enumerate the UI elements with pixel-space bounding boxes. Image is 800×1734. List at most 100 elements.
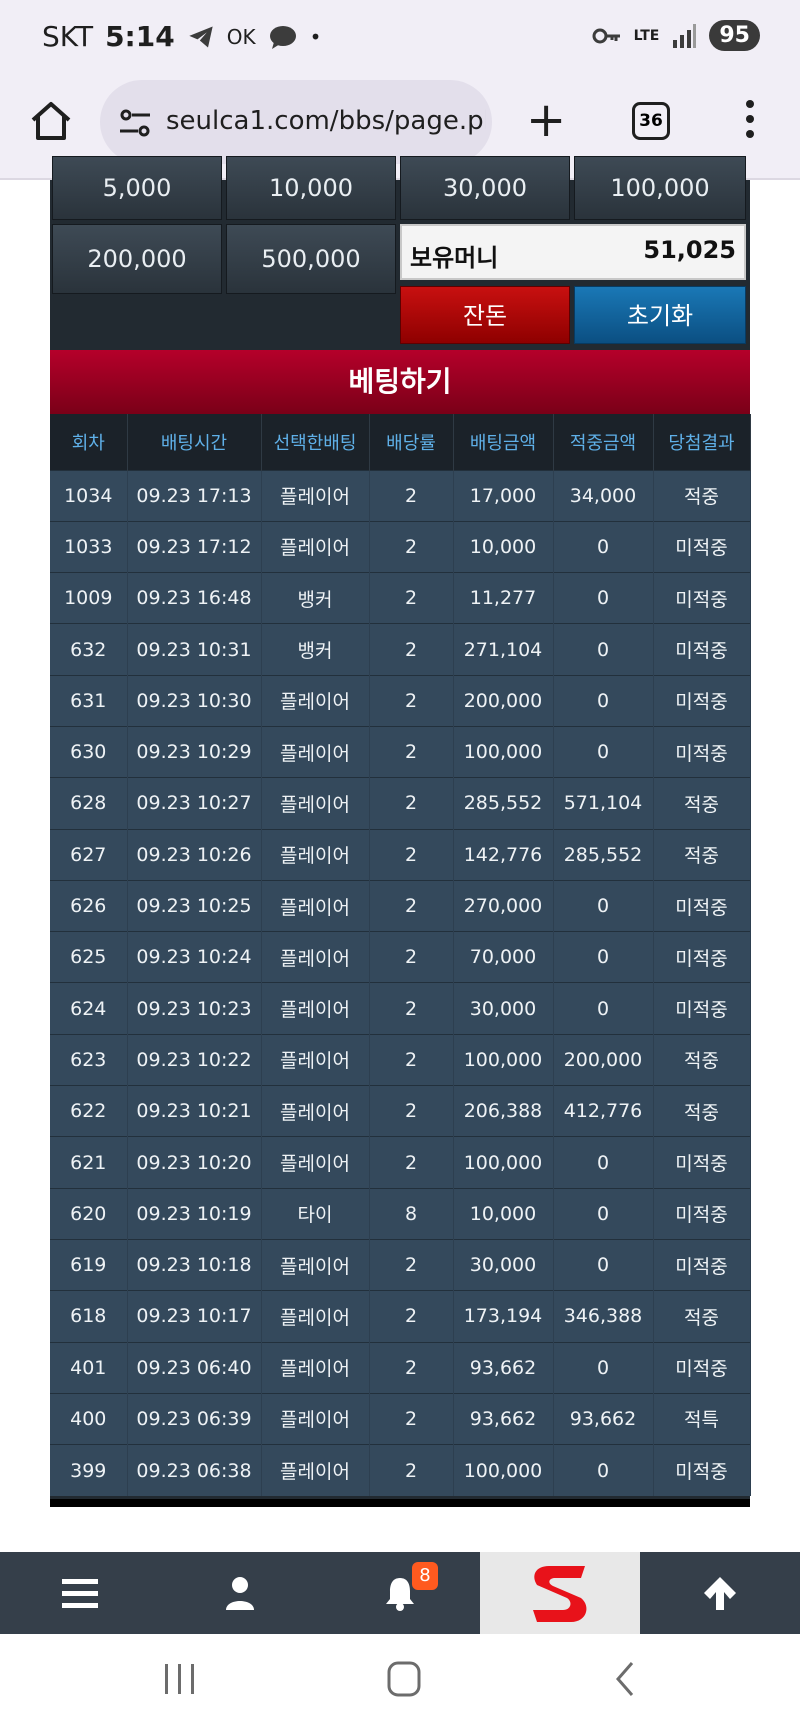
table-row: 622 09.23 10:21 플레이어 2 206,388 412,776 적중 bbox=[50, 1085, 751, 1137]
cell-win-amount: 0 bbox=[553, 674, 654, 727]
cell-bet-amount: 70,000 bbox=[453, 931, 554, 983]
table-header-row: 회차 배팅시간 선택한배팅 배당률 배팅금액 적중금액 당첨결과 bbox=[50, 414, 751, 470]
cell-win-amount: 93,662 bbox=[553, 1392, 654, 1445]
nav-scroll-top[interactable] bbox=[640, 1552, 800, 1634]
cell-pick: 타이 bbox=[261, 1187, 370, 1240]
balance-value: 51,025 bbox=[643, 236, 736, 264]
clock: 5:14 bbox=[105, 20, 175, 53]
new-tab-icon[interactable]: + bbox=[526, 96, 566, 144]
site-logo[interactable] bbox=[480, 1552, 640, 1634]
table-row: 627 09.23 10:26 플레이어 2 142,776 285,552 적중 bbox=[50, 828, 751, 881]
cell-bet-amount: 100,000 bbox=[453, 1136, 554, 1189]
nav-menu[interactable] bbox=[0, 1552, 160, 1634]
cell-time: 09.23 17:12 bbox=[127, 520, 262, 573]
home-button-icon[interactable] bbox=[386, 1660, 422, 1698]
cell-bet-amount: 93,662 bbox=[453, 1392, 554, 1445]
chip-100000[interactable]: 100,000 bbox=[574, 156, 746, 220]
cell-round: 401 bbox=[50, 1341, 128, 1394]
more-menu-icon[interactable] bbox=[744, 100, 756, 142]
cell-time: 09.23 06:40 bbox=[127, 1341, 262, 1394]
table-row: 399 09.23 06:38 플레이어 2 100,000 0 미적중 bbox=[50, 1444, 751, 1496]
back-icon[interactable] bbox=[612, 1660, 638, 1698]
recent-apps-icon[interactable] bbox=[162, 1662, 198, 1696]
cell-result: 미적중 bbox=[653, 1444, 751, 1496]
cell-odds: 2 bbox=[369, 1444, 454, 1496]
home-icon[interactable] bbox=[28, 98, 74, 144]
cell-win-amount: 285,552 bbox=[553, 828, 654, 881]
table-row: 628 09.23 10:27 플레이어 2 285,552 571,104 적중 bbox=[50, 777, 751, 830]
cell-win-amount: 346,388 bbox=[553, 1290, 654, 1343]
cell-time: 09.23 16:48 bbox=[127, 572, 262, 624]
cell-result: 미적중 bbox=[653, 1238, 751, 1291]
table-row: 619 09.23 10:18 플레이어 2 30,000 0 미적중 bbox=[50, 1238, 751, 1291]
cell-result: 적중 bbox=[653, 777, 751, 830]
cell-win-amount: 0 bbox=[553, 982, 654, 1035]
carrier-label: SKT bbox=[42, 20, 94, 53]
chip-5000[interactable]: 5,000 bbox=[52, 156, 222, 220]
header-odds: 배당률 bbox=[369, 414, 454, 470]
header-pick: 선택한배팅 bbox=[261, 414, 370, 470]
cell-pick: 플레이어 bbox=[261, 1290, 370, 1343]
cell-round: 399 bbox=[50, 1444, 128, 1496]
cell-win-amount: 0 bbox=[553, 1341, 654, 1394]
cell-odds: 2 bbox=[369, 572, 454, 624]
cell-time: 09.23 10:27 bbox=[127, 777, 262, 830]
cell-result: 적중 bbox=[653, 828, 751, 881]
cell-win-amount: 0 bbox=[553, 572, 654, 624]
table-row: 1034 09.23 17:13 플레이어 2 17,000 34,000 적중 bbox=[50, 469, 751, 522]
cell-pick: 뱅커 bbox=[261, 572, 370, 624]
header-time: 배팅시간 bbox=[127, 414, 262, 470]
cell-win-amount: 0 bbox=[553, 1136, 654, 1189]
cell-time: 09.23 10:26 bbox=[127, 828, 262, 881]
page-content: 5,000 10,000 30,000 100,000 200,000 500,… bbox=[0, 156, 800, 1552]
table-row: 625 09.23 10:24 플레이어 2 70,000 0 미적중 bbox=[50, 931, 751, 983]
cell-pick: 플레이어 bbox=[261, 1444, 370, 1496]
address-bar[interactable]: seulca1.com/bbs/page.ph bbox=[100, 80, 492, 164]
chip-200000[interactable]: 200,000 bbox=[52, 224, 222, 294]
chip-10000[interactable]: 10,000 bbox=[226, 156, 396, 220]
cell-round: 623 bbox=[50, 1033, 128, 1086]
cell-odds: 2 bbox=[369, 931, 454, 983]
balance-box: 보유머니 51,025 bbox=[400, 224, 746, 280]
chip-30000[interactable]: 30,000 bbox=[400, 156, 570, 220]
menu-icon[interactable] bbox=[62, 1577, 98, 1609]
cell-bet-amount: 100,000 bbox=[453, 725, 554, 778]
ok-icon: OK bbox=[226, 24, 256, 49]
url-text[interactable]: seulca1.com/bbs/page.ph bbox=[166, 106, 486, 136]
user-icon[interactable] bbox=[225, 1576, 255, 1610]
cell-pick: 플레이어 bbox=[261, 1238, 370, 1291]
remainder-button[interactable]: 잔돈 bbox=[400, 286, 570, 344]
nav-user[interactable] bbox=[160, 1552, 320, 1634]
cell-result: 미적중 bbox=[653, 520, 751, 573]
cell-time: 09.23 10:29 bbox=[127, 725, 262, 778]
cell-pick: 플레이어 bbox=[261, 1085, 370, 1137]
cell-time: 09.23 10:17 bbox=[127, 1290, 262, 1343]
nav-notifications[interactable]: 8 bbox=[320, 1552, 480, 1634]
cell-time: 09.23 10:19 bbox=[127, 1187, 262, 1240]
cell-result: 미적중 bbox=[653, 725, 751, 778]
tab-switcher-button[interactable]: 36 bbox=[632, 102, 670, 140]
cell-odds: 8 bbox=[369, 1187, 454, 1240]
cell-round: 630 bbox=[50, 725, 128, 778]
arrow-up-icon[interactable] bbox=[701, 1574, 739, 1612]
cell-win-amount: 0 bbox=[553, 1444, 654, 1496]
cell-time: 09.23 10:21 bbox=[127, 1085, 262, 1137]
chat-icon bbox=[269, 25, 296, 49]
cell-pick: 플레이어 bbox=[261, 469, 370, 522]
cell-time: 09.23 17:13 bbox=[127, 469, 262, 522]
signal-icon bbox=[673, 23, 697, 48]
chip-500000[interactable]: 500,000 bbox=[226, 224, 396, 294]
table-row: 623 09.23 10:22 플레이어 2 100,000 200,000 적중 bbox=[50, 1033, 751, 1086]
cell-bet-amount: 206,388 bbox=[453, 1085, 554, 1137]
reset-button[interactable]: 초기화 bbox=[574, 286, 746, 344]
cell-pick: 플레이어 bbox=[261, 1033, 370, 1086]
bet-history-table: 회차 배팅시간 선택한배팅 배당률 배팅금액 적중금액 당첨결과 1034 09.… bbox=[50, 414, 751, 1496]
cell-win-amount: 0 bbox=[553, 725, 654, 778]
cell-odds: 2 bbox=[369, 623, 454, 676]
cell-odds: 2 bbox=[369, 982, 454, 1035]
cell-round: 626 bbox=[50, 879, 128, 932]
site-settings-icon[interactable] bbox=[118, 106, 152, 140]
cell-round: 618 bbox=[50, 1290, 128, 1343]
cell-time: 09.23 06:39 bbox=[127, 1392, 262, 1445]
cell-bet-amount: 271,104 bbox=[453, 623, 554, 676]
